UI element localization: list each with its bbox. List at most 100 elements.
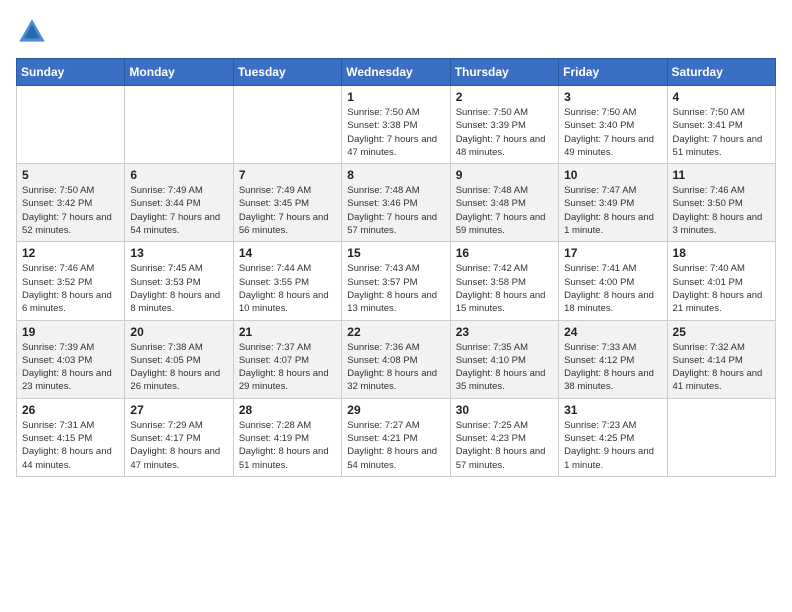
day-info: Sunrise: 7:40 AM Sunset: 4:01 PM Dayligh…: [673, 262, 770, 315]
calendar-week-row: 12Sunrise: 7:46 AM Sunset: 3:52 PM Dayli…: [17, 242, 776, 320]
weekday-header-cell: Sunday: [17, 59, 125, 86]
calendar-day-cell: 12Sunrise: 7:46 AM Sunset: 3:52 PM Dayli…: [17, 242, 125, 320]
day-number: 4: [673, 90, 770, 104]
day-info: Sunrise: 7:50 AM Sunset: 3:40 PM Dayligh…: [564, 106, 661, 159]
day-number: 8: [347, 168, 444, 182]
day-info: Sunrise: 7:41 AM Sunset: 4:00 PM Dayligh…: [564, 262, 661, 315]
day-info: Sunrise: 7:45 AM Sunset: 3:53 PM Dayligh…: [130, 262, 227, 315]
calendar-day-cell: 28 Sunrise: 7:28 AM Sunset: 4:19 PM Dayli…: [233, 398, 341, 476]
day-info: Sunrise: 7:49 AM Sunset: 3:45 PM Dayligh…: [239, 184, 336, 237]
calendar-day-cell: 10 Sunrise: 7:47 AM Sunset: 3:49 PM Dayli…: [559, 164, 667, 242]
calendar-day-cell: [667, 398, 775, 476]
day-number: 24: [564, 325, 661, 339]
day-number: 7: [239, 168, 336, 182]
weekday-header-cell: Wednesday: [342, 59, 450, 86]
day-info: Sunrise: 7:47 AM Sunset: 3:49 PM Dayligh…: [564, 184, 661, 237]
weekday-header-cell: Tuesday: [233, 59, 341, 86]
day-info: Sunrise: 7:36 AM Sunset: 4:08 PM Dayligh…: [347, 341, 444, 394]
day-number: 29: [347, 403, 444, 417]
weekday-header-cell: Thursday: [450, 59, 558, 86]
calendar-day-cell: 31 Sunrise: 7:23 AM Sunset: 4:25 PM Dayli…: [559, 398, 667, 476]
calendar-day-cell: 19 Sunrise: 7:39 AM Sunset: 4:03 PM Dayli…: [17, 320, 125, 398]
calendar-day-cell: 15 Sunrise: 7:43 AM Sunset: 3:57 PM Dayli…: [342, 242, 450, 320]
day-info: Sunrise: 7:42 AM Sunset: 3:58 PM Dayligh…: [456, 262, 553, 315]
calendar-day-cell: 16 Sunrise: 7:42 AM Sunset: 3:58 PM Dayli…: [450, 242, 558, 320]
day-number: 16: [456, 246, 553, 260]
calendar-day-cell: 13 Sunrise: 7:45 AM Sunset: 3:53 PM Dayli…: [125, 242, 233, 320]
calendar-day-cell: 27 Sunrise: 7:29 AM Sunset: 4:17 PM Dayli…: [125, 398, 233, 476]
calendar-day-cell: 11Sunrise: 7:46 AM Sunset: 3:50 PM Dayli…: [667, 164, 775, 242]
day-info: Sunrise: 7:50 AM Sunset: 3:39 PM Dayligh…: [456, 106, 553, 159]
weekday-header-cell: Saturday: [667, 59, 775, 86]
page-header: [16, 16, 776, 48]
day-number: 20: [130, 325, 227, 339]
day-number: 5: [22, 168, 119, 182]
day-info: Sunrise: 7:39 AM Sunset: 4:03 PM Dayligh…: [22, 341, 119, 394]
day-info: Sunrise: 7:35 AM Sunset: 4:10 PM Dayligh…: [456, 341, 553, 394]
day-number: 18: [673, 246, 770, 260]
day-number: 15: [347, 246, 444, 260]
day-info: Sunrise: 7:43 AM Sunset: 3:57 PM Dayligh…: [347, 262, 444, 315]
day-info: Sunrise: 7:37 AM Sunset: 4:07 PM Dayligh…: [239, 341, 336, 394]
calendar-day-cell: 6Sunrise: 7:49 AM Sunset: 3:44 PM Daylig…: [125, 164, 233, 242]
day-info: Sunrise: 7:50 AM Sunset: 3:38 PM Dayligh…: [347, 106, 444, 159]
calendar-day-cell: 21 Sunrise: 7:37 AM Sunset: 4:07 PM Dayli…: [233, 320, 341, 398]
day-info: Sunrise: 7:33 AM Sunset: 4:12 PM Dayligh…: [564, 341, 661, 394]
day-info: Sunrise: 7:25 AM Sunset: 4:23 PM Dayligh…: [456, 419, 553, 472]
day-info: Sunrise: 7:28 AM Sunset: 4:19 PM Dayligh…: [239, 419, 336, 472]
day-info: Sunrise: 7:46 AM Sunset: 3:52 PM Dayligh…: [22, 262, 119, 315]
calendar-day-cell: [17, 86, 125, 164]
day-number: 27: [130, 403, 227, 417]
calendar-day-cell: 3 Sunrise: 7:50 AM Sunset: 3:40 PM Daylig…: [559, 86, 667, 164]
calendar-header: SundayMondayTuesdayWednesdayThursdayFrid…: [17, 59, 776, 86]
calendar-day-cell: 23 Sunrise: 7:35 AM Sunset: 4:10 PM Dayli…: [450, 320, 558, 398]
weekday-header-row: SundayMondayTuesdayWednesdayThursdayFrid…: [17, 59, 776, 86]
day-number: 1: [347, 90, 444, 104]
day-number: 11: [673, 168, 770, 182]
calendar-day-cell: 8 Sunrise: 7:48 AM Sunset: 3:46 PM Daylig…: [342, 164, 450, 242]
day-number: 3: [564, 90, 661, 104]
day-info: Sunrise: 7:38 AM Sunset: 4:05 PM Dayligh…: [130, 341, 227, 394]
day-number: 21: [239, 325, 336, 339]
day-info: Sunrise: 7:31 AM Sunset: 4:15 PM Dayligh…: [22, 419, 119, 472]
day-number: 31: [564, 403, 661, 417]
calendar-day-cell: 20 Sunrise: 7:38 AM Sunset: 4:05 PM Dayli…: [125, 320, 233, 398]
day-info: Sunrise: 7:48 AM Sunset: 3:46 PM Dayligh…: [347, 184, 444, 237]
calendar-day-cell: 1 Sunrise: 7:50 AM Sunset: 3:38 PM Daylig…: [342, 86, 450, 164]
day-number: 23: [456, 325, 553, 339]
calendar-week-row: 5Sunrise: 7:50 AM Sunset: 3:42 PM Daylig…: [17, 164, 776, 242]
day-number: 19: [22, 325, 119, 339]
logo-icon: [16, 16, 48, 48]
calendar-day-cell: [233, 86, 341, 164]
day-number: 13: [130, 246, 227, 260]
day-info: Sunrise: 7:32 AM Sunset: 4:14 PM Dayligh…: [673, 341, 770, 394]
day-number: 6: [130, 168, 227, 182]
calendar-day-cell: 5Sunrise: 7:50 AM Sunset: 3:42 PM Daylig…: [17, 164, 125, 242]
day-number: 30: [456, 403, 553, 417]
day-number: 9: [456, 168, 553, 182]
day-number: 10: [564, 168, 661, 182]
calendar-week-row: 26Sunrise: 7:31 AM Sunset: 4:15 PM Dayli…: [17, 398, 776, 476]
calendar-day-cell: 26Sunrise: 7:31 AM Sunset: 4:15 PM Dayli…: [17, 398, 125, 476]
calendar-week-row: 1 Sunrise: 7:50 AM Sunset: 3:38 PM Daylig…: [17, 86, 776, 164]
calendar-day-cell: 29 Sunrise: 7:27 AM Sunset: 4:21 PM Dayli…: [342, 398, 450, 476]
calendar-day-cell: 18 Sunrise: 7:40 AM Sunset: 4:01 PM Dayli…: [667, 242, 775, 320]
calendar-day-cell: 22 Sunrise: 7:36 AM Sunset: 4:08 PM Dayli…: [342, 320, 450, 398]
calendar-body: 1 Sunrise: 7:50 AM Sunset: 3:38 PM Daylig…: [17, 86, 776, 477]
day-info: Sunrise: 7:29 AM Sunset: 4:17 PM Dayligh…: [130, 419, 227, 472]
calendar-day-cell: 17Sunrise: 7:41 AM Sunset: 4:00 PM Dayli…: [559, 242, 667, 320]
day-number: 14: [239, 246, 336, 260]
calendar-table: SundayMondayTuesdayWednesdayThursdayFrid…: [16, 58, 776, 477]
calendar-day-cell: 4 Sunrise: 7:50 AM Sunset: 3:41 PM Daylig…: [667, 86, 775, 164]
calendar-day-cell: 24 Sunrise: 7:33 AM Sunset: 4:12 PM Dayli…: [559, 320, 667, 398]
day-number: 2: [456, 90, 553, 104]
calendar-day-cell: 7 Sunrise: 7:49 AM Sunset: 3:45 PM Daylig…: [233, 164, 341, 242]
day-info: Sunrise: 7:50 AM Sunset: 3:41 PM Dayligh…: [673, 106, 770, 159]
calendar-day-cell: 9Sunrise: 7:48 AM Sunset: 3:48 PM Daylig…: [450, 164, 558, 242]
day-number: 28: [239, 403, 336, 417]
day-number: 22: [347, 325, 444, 339]
day-info: Sunrise: 7:23 AM Sunset: 4:25 PM Dayligh…: [564, 419, 661, 472]
day-info: Sunrise: 7:27 AM Sunset: 4:21 PM Dayligh…: [347, 419, 444, 472]
weekday-header-cell: Monday: [125, 59, 233, 86]
weekday-header-cell: Friday: [559, 59, 667, 86]
